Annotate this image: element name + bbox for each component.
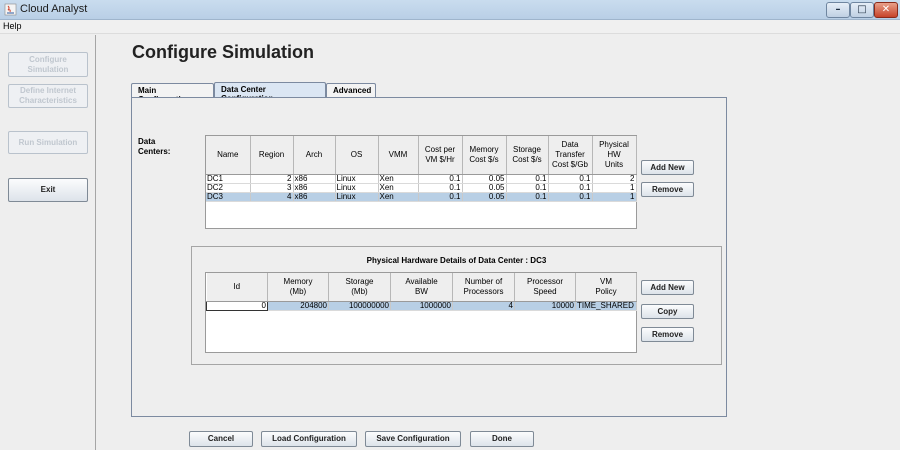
table-row[interactable]: DC2 3 x86 Linux Xen 0.1 0.05 0.1 0.1 1 <box>206 183 637 193</box>
tab-data-center-configuration[interactable]: Data Center Configuration <box>214 82 326 103</box>
cell-arch[interactable]: x86 <box>293 192 336 202</box>
remove-hardware-button[interactable]: Remove <box>641 327 694 342</box>
cell-os[interactable]: Linux <box>335 174 379 184</box>
column-header[interactable]: Memory Cost $/s <box>462 136 507 175</box>
run-simulation-button[interactable]: Run Simulation <box>8 131 88 154</box>
copy-hardware-button[interactable]: Copy <box>641 304 694 319</box>
cell-os[interactable]: Linux <box>335 192 379 202</box>
column-header[interactable]: Region <box>250 136 294 175</box>
cell-arch[interactable]: x86 <box>293 174 336 184</box>
cell-name[interactable]: DC3 <box>206 192 251 202</box>
cell-id[interactable]: 0 <box>206 300 268 311</box>
java-app-icon <box>4 3 17 16</box>
table-header-row: Name Region Arch OS VMM Cost per VM $/Hr… <box>206 136 637 175</box>
cell-storage-cost[interactable]: 0.1 <box>506 174 549 184</box>
close-icon: ✕ <box>881 4 891 15</box>
physical-hardware-title: Physical Hardware Details of Data Center… <box>192 256 721 265</box>
define-internet-characteristics-button[interactable]: Define Internet Characteristics <box>8 84 88 108</box>
column-header[interactable]: Memory (Mb) <box>267 273 329 302</box>
column-header[interactable]: Id <box>206 273 268 302</box>
cell-name[interactable]: DC2 <box>206 183 251 193</box>
cell-cost-per-vm[interactable]: 0.1 <box>418 192 463 202</box>
window-titlebar: Cloud Analyst – □ ✕ <box>0 0 900 20</box>
close-window-button[interactable]: ✕ <box>874 2 898 18</box>
column-header[interactable]: Processor Speed <box>514 273 576 302</box>
physical-hardware-title-dc: DC3 <box>530 256 547 265</box>
cell-physical-hw-units[interactable]: 1 <box>592 183 637 193</box>
table-row-selected[interactable]: DC3 4 x86 Linux Xen 0.1 0.05 0.1 0.1 1 <box>206 192 637 202</box>
cell-number-of-processors[interactable]: 4 <box>452 301 515 311</box>
cell-memory[interactable]: 204800 <box>267 301 329 311</box>
tab-main-configuration[interactable]: Main Configuration <box>131 83 214 104</box>
table-header-row: Id Memory (Mb) Storage (Mb) Available BW… <box>206 273 637 302</box>
cell-vmm[interactable]: Xen <box>378 183 419 193</box>
cell-cost-per-vm[interactable]: 0.1 <box>418 174 463 184</box>
configure-simulation-button[interactable]: Configure Simulation <box>8 52 88 77</box>
column-header[interactable]: Data Transfer Cost $/Gb <box>548 136 593 175</box>
cell-region[interactable]: 3 <box>250 183 294 193</box>
column-header[interactable]: Cost per VM $/Hr <box>418 136 463 175</box>
column-header[interactable]: Name <box>206 136 251 175</box>
minimize-icon: – <box>835 4 841 15</box>
table-row[interactable]: DC1 2 x86 Linux Xen 0.1 0.05 0.1 0.1 2 <box>206 174 637 184</box>
physical-hardware-title-prefix: Physical Hardware Details of Data Center… <box>366 256 531 265</box>
cell-name[interactable]: DC1 <box>206 174 251 184</box>
cell-vm-policy[interactable]: TIME_SHARED <box>575 301 637 311</box>
cell-available-bw[interactable]: 1000000 <box>390 301 453 311</box>
cell-memory-cost[interactable]: 0.05 <box>462 183 507 193</box>
window-title: Cloud Analyst <box>20 3 88 15</box>
tab-advanced[interactable]: Advanced <box>326 83 376 98</box>
cell-data-transfer-cost[interactable]: 0.1 <box>548 192 593 202</box>
add-hardware-button[interactable]: Add New <box>641 280 694 295</box>
cell-cost-per-vm[interactable]: 0.1 <box>418 183 463 193</box>
column-header[interactable]: Number of Processors <box>452 273 515 302</box>
cell-memory-cost[interactable]: 0.05 <box>462 174 507 184</box>
cell-physical-hw-units[interactable]: 1 <box>592 192 637 202</box>
cell-arch[interactable]: x86 <box>293 183 336 193</box>
cell-memory-cost[interactable]: 0.05 <box>462 192 507 202</box>
save-configuration-button[interactable]: Save Configuration <box>365 431 461 447</box>
add-data-center-button[interactable]: Add New <box>641 160 694 175</box>
maximize-button[interactable]: □ <box>850 2 874 18</box>
exit-button[interactable]: Exit <box>8 178 88 202</box>
cell-storage-cost[interactable]: 0.1 <box>506 183 549 193</box>
cell-storage[interactable]: 100000000 <box>328 301 391 311</box>
table-row-selected[interactable]: 0 204800 100000000 1000000 4 10000 TIME_… <box>206 300 637 311</box>
cell-storage-cost[interactable]: 0.1 <box>506 192 549 202</box>
page-title: Configure Simulation <box>132 42 314 62</box>
column-header[interactable]: Physical HW Units <box>592 136 637 175</box>
cell-vmm[interactable]: Xen <box>378 192 419 202</box>
data-centers-table[interactable]: Name Region Arch OS VMM Cost per VM $/Hr… <box>205 135 637 229</box>
cell-physical-hw-units[interactable]: 2 <box>592 174 637 184</box>
maximize-icon: □ <box>857 4 867 15</box>
menu-help[interactable]: Help <box>3 21 22 31</box>
data-centers-label: Data Centers: <box>138 137 171 156</box>
minimize-button[interactable]: – <box>826 2 850 18</box>
sidebar: Configure Simulation Define Internet Cha… <box>0 35 96 450</box>
column-header[interactable]: Storage (Mb) <box>328 273 391 302</box>
cancel-button[interactable]: Cancel <box>189 431 253 447</box>
column-header[interactable]: OS <box>335 136 379 175</box>
cell-data-transfer-cost[interactable]: 0.1 <box>548 174 593 184</box>
cell-vmm[interactable]: Xen <box>378 174 419 184</box>
cell-region[interactable]: 4 <box>250 192 294 202</box>
menu-bar: Help <box>0 20 900 34</box>
physical-hardware-table[interactable]: Id Memory (Mb) Storage (Mb) Available BW… <box>205 272 637 353</box>
cell-data-transfer-cost[interactable]: 0.1 <box>548 183 593 193</box>
column-header[interactable]: VMM <box>378 136 419 175</box>
column-header[interactable]: Storage Cost $/s <box>506 136 549 175</box>
remove-data-center-button[interactable]: Remove <box>641 182 694 197</box>
done-button[interactable]: Done <box>470 431 534 447</box>
load-configuration-button[interactable]: Load Configuration <box>261 431 357 447</box>
cell-os[interactable]: Linux <box>335 183 379 193</box>
column-header[interactable]: Available BW <box>390 273 453 302</box>
cell-region[interactable]: 2 <box>250 174 294 184</box>
cell-processor-speed[interactable]: 10000 <box>514 301 576 311</box>
column-header[interactable]: VM Policy <box>575 273 637 302</box>
column-header[interactable]: Arch <box>293 136 336 175</box>
